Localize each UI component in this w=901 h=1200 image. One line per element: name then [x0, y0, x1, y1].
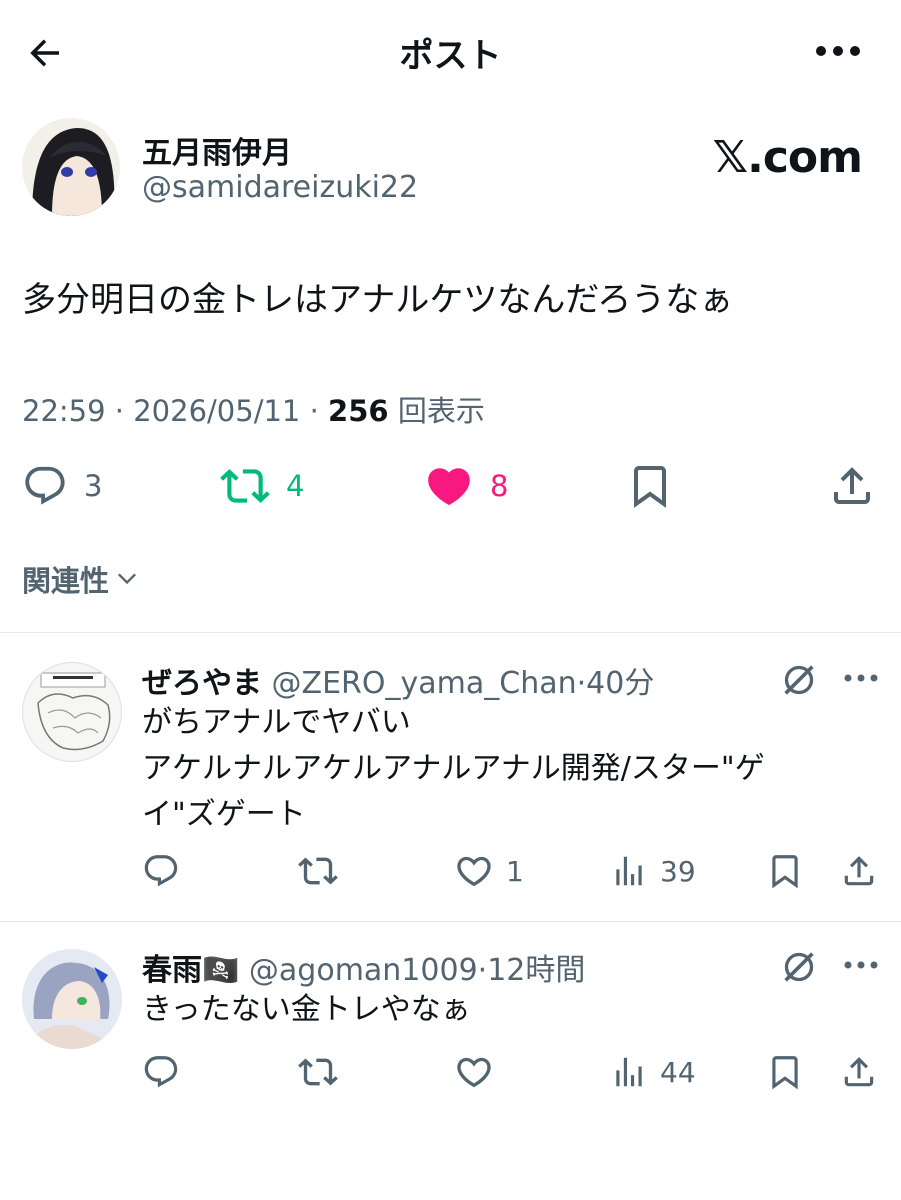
reply-more-button[interactable]	[843, 668, 879, 687]
like-count: 8	[490, 469, 509, 503]
view-count: 256	[328, 394, 389, 428]
post-text: 多分明日の金トレはアナルケツなんだろうなぁ	[22, 280, 734, 320]
avatar[interactable]	[22, 118, 120, 216]
share-icon	[844, 856, 874, 886]
reply-text-line: イ"ズゲート	[142, 797, 306, 832]
avatar[interactable]	[22, 949, 122, 1049]
reply-more-button[interactable]	[843, 955, 879, 974]
chevron-down-icon	[118, 573, 137, 585]
share-icon	[834, 467, 870, 504]
reply-icon	[144, 1056, 178, 1088]
views-button[interactable]: 44	[610, 1047, 696, 1097]
repost-count: 4	[286, 469, 305, 503]
heart-icon	[457, 856, 491, 887]
sort-dropdown[interactable]: 関連性	[22, 558, 141, 600]
reply-button[interactable]: 3	[22, 456, 102, 516]
reply-text: きったない金トレやなぁ	[142, 987, 842, 1033]
more-horizontal-icon	[816, 46, 860, 56]
reply-text-line: がちアナルでヤバい	[142, 705, 411, 740]
repost-icon	[298, 1058, 338, 1086]
separator-dot: ·	[309, 394, 329, 428]
reply-author-name[interactable]: 春雨🏴‍☠️	[142, 953, 239, 988]
reply-text: がちアナルでヤバい アケルナルアケルアナルアナル開発/スター"ゲ イ"ズゲート	[142, 700, 842, 838]
separator-dot: ·	[114, 394, 134, 428]
like-count: 1	[506, 854, 524, 888]
post-actions: 3 4 8	[0, 456, 901, 516]
share-button[interactable]	[828, 456, 876, 516]
share-button[interactable]	[840, 846, 878, 896]
reply-actions: 1 39	[0, 846, 901, 896]
repost-button[interactable]	[298, 846, 338, 896]
analytics-icon	[616, 1057, 642, 1087]
bookmark-button[interactable]	[766, 1047, 804, 1097]
reply-text-line: アケルナルアケルアナルアナル開発/スター"ゲ	[142, 751, 765, 786]
grok-icon	[784, 952, 814, 982]
author-name[interactable]: 五月雨伊月	[142, 128, 292, 172]
reply-header: ぜろやま @ZERO_yama_Chan·40分	[142, 658, 654, 702]
bookmark-button[interactable]	[766, 846, 804, 896]
reply-icon	[25, 466, 65, 505]
post-time[interactable]: 22:59	[22, 394, 106, 428]
author-handle[interactable]: @samidareizuki22	[142, 170, 418, 205]
reply-button[interactable]	[142, 1047, 180, 1097]
share-button[interactable]	[840, 1047, 878, 1097]
reply-time[interactable]: 40分	[586, 666, 654, 701]
reply-actions: 44	[0, 1047, 901, 1097]
bookmark-button[interactable]	[626, 456, 674, 516]
separator-dot: ·	[477, 953, 488, 988]
repost-icon	[220, 469, 270, 503]
bookmark-icon	[772, 855, 798, 889]
share-icon	[844, 1057, 874, 1087]
view-count: 44	[660, 1055, 696, 1089]
avatar[interactable]	[22, 662, 122, 762]
reply-time[interactable]: 12時間	[487, 953, 585, 988]
more-horizontal-icon	[844, 961, 878, 969]
reply-author-handle[interactable]: @ZERO_yama_Chan	[272, 666, 577, 701]
heart-filled-icon	[428, 468, 470, 506]
post-date[interactable]: 2026/05/11	[133, 394, 300, 428]
heart-icon	[457, 1057, 491, 1088]
reply-header: 春雨🏴‍☠️ @agoman1009·12時間	[142, 945, 585, 989]
like-button[interactable]: 1	[454, 846, 524, 896]
reply-item[interactable]: ぜろやま @ZERO_yama_Chan·40分 がちアナルでヤバい アケルナル…	[0, 632, 901, 922]
reply-icon	[144, 855, 178, 887]
view-label: 回表示	[397, 394, 485, 428]
grok-icon	[784, 665, 814, 695]
bookmark-icon	[772, 1056, 798, 1090]
reply-author-handle[interactable]: @agoman1009	[249, 953, 478, 988]
grok-button[interactable]	[779, 660, 819, 704]
reply-author-name[interactable]: ぜろやま	[142, 666, 262, 701]
repost-icon	[298, 857, 338, 885]
post-author: 五月雨伊月 @samidareizuki22 𝕏.com	[22, 118, 882, 222]
post-meta: 22:59 · 2026/05/11 · 256 回表示	[22, 388, 485, 430]
separator-dot: ·	[576, 666, 587, 701]
views-button[interactable]: 39	[610, 846, 696, 896]
reply-text-line: きったない金トレやなぁ	[142, 992, 471, 1027]
grok-button[interactable]	[779, 947, 819, 991]
more-horizontal-icon	[844, 674, 878, 682]
analytics-icon	[616, 856, 642, 886]
repost-button[interactable]	[298, 1047, 338, 1097]
page-title: ポスト	[399, 36, 502, 76]
like-button[interactable]: 8	[424, 456, 508, 516]
more-options-button[interactable]	[813, 36, 863, 66]
view-count: 39	[660, 854, 696, 888]
reply-item[interactable]: 春雨🏴‍☠️ @agoman1009·12時間 きったない金トレやなぁ 44	[0, 921, 901, 1121]
sort-label: 関連性	[22, 564, 110, 598]
like-button[interactable]	[454, 1047, 494, 1097]
bookmark-icon	[634, 466, 666, 508]
reply-button[interactable]	[142, 846, 180, 896]
repost-button[interactable]: 4	[220, 456, 304, 516]
top-bar: ポスト	[0, 0, 901, 104]
reply-count: 3	[84, 469, 103, 503]
watermark-logo: 𝕏.com	[712, 132, 863, 183]
